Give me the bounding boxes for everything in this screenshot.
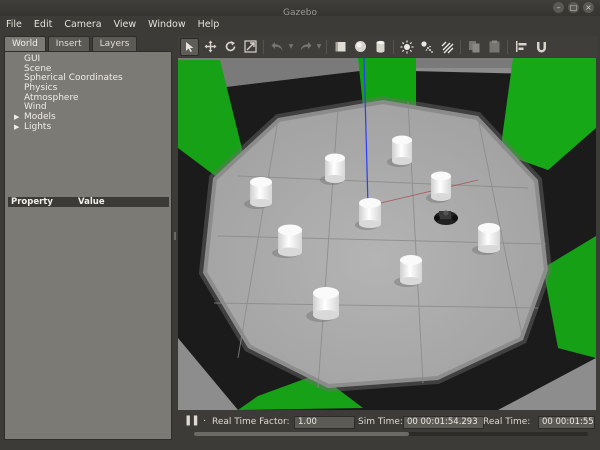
- point-light-icon[interactable]: [398, 38, 416, 55]
- horizontal-scrollbar[interactable]: [194, 432, 588, 436]
- copy-icon[interactable]: [465, 38, 483, 55]
- 3d-viewport[interactable]: [178, 58, 596, 410]
- box-icon[interactable]: [331, 38, 349, 55]
- minimize-icon[interactable]: –: [553, 2, 564, 13]
- snap-icon[interactable]: [532, 38, 550, 55]
- menu-view[interactable]: View: [108, 19, 143, 30]
- undo-icon[interactable]: [268, 38, 286, 55]
- panel-tabs: World Insert Layers: [4, 36, 172, 51]
- world-tree: GUI Scene Spherical Coordinates Physics …: [5, 54, 171, 133]
- scale-icon[interactable]: [241, 38, 259, 55]
- align-icon[interactable]: [512, 38, 530, 55]
- tree-item-label: Wind: [24, 102, 47, 113]
- property-table-header: Property Value: [8, 197, 169, 207]
- tree-item-lights[interactable]: ▶ Lights: [5, 121, 171, 133]
- tree-item-label: Atmosphere: [24, 92, 79, 103]
- panel-splitter[interactable]: [173, 36, 177, 440]
- translate-icon[interactable]: [201, 38, 219, 55]
- menu-camera[interactable]: Camera: [58, 19, 107, 30]
- paste-icon[interactable]: [485, 38, 503, 55]
- tab-layers[interactable]: Layers: [91, 36, 138, 51]
- tab-insert[interactable]: Insert: [47, 36, 90, 51]
- rotate-icon[interactable]: [221, 38, 239, 55]
- redo-history-dropdown-icon[interactable]: ▼: [316, 43, 322, 50]
- tab-world[interactable]: World: [4, 36, 46, 51]
- toolbar-separator: [263, 39, 264, 54]
- menu-edit[interactable]: Edit: [28, 19, 58, 30]
- real-time-factor-field: 1.00: [294, 416, 355, 429]
- tree-item-label: Models: [24, 112, 56, 123]
- select-arrow-icon[interactable]: [180, 37, 199, 56]
- toolbar-separator: [460, 39, 461, 54]
- menu-window[interactable]: Window: [142, 19, 191, 30]
- sphere-icon[interactable]: [351, 38, 369, 55]
- undo-history-dropdown-icon[interactable]: ▼: [288, 43, 294, 50]
- pause-icon[interactable]: ❚❚: [184, 415, 200, 426]
- real-time-factor-label: Real Time Factor:: [212, 417, 290, 427]
- redo-icon[interactable]: [296, 38, 314, 55]
- toolbar-separator: [326, 39, 327, 54]
- column-header-value[interactable]: Value: [75, 197, 105, 207]
- tree-item-label: Scene: [24, 63, 52, 74]
- real-time-field: 00 00:01:55.: [538, 416, 595, 429]
- world-tab-body: GUI Scene Spherical Coordinates Physics …: [4, 51, 172, 440]
- tree-item-label: Lights: [24, 121, 52, 132]
- scrollbar-thumb[interactable]: [194, 432, 409, 436]
- cylinder-icon[interactable]: [371, 38, 389, 55]
- sim-time-field: 00 00:01:54.293: [403, 416, 484, 429]
- expand-arrow-icon[interactable]: ▶: [14, 113, 19, 123]
- menu-help[interactable]: Help: [192, 19, 226, 30]
- column-header-property[interactable]: Property: [8, 197, 75, 207]
- toolbar-separator: [393, 39, 394, 54]
- menu-bar: File Edit Camera View Window Help: [0, 16, 600, 32]
- menu-file[interactable]: File: [0, 19, 28, 30]
- spot-light-icon[interactable]: [418, 38, 436, 55]
- time-status-bar: ❚❚ . Real Time Factor: 1.00 Sim Time: 00…: [178, 411, 596, 440]
- tree-item-label: Physics: [24, 83, 58, 94]
- toolbar-separator: [507, 39, 508, 54]
- scene-render: [178, 58, 596, 410]
- left-panel: World Insert Layers GUI Scene Spherical …: [4, 36, 172, 440]
- expand-arrow-icon[interactable]: ▶: [14, 123, 19, 133]
- sim-time-label: Sim Time:: [358, 417, 403, 427]
- property-table: Property Value: [8, 197, 169, 437]
- tree-item-label: GUI: [24, 54, 41, 64]
- tree-item-label: Spherical Coordinates: [24, 73, 123, 84]
- close-icon[interactable]: ×: [583, 2, 594, 13]
- real-time-label: Real Time:: [483, 417, 531, 427]
- splitter-grip-icon[interactable]: [174, 232, 176, 240]
- directional-light-icon[interactable]: [438, 38, 456, 55]
- toolbar: ▼ ▼: [178, 36, 598, 57]
- maximize-icon[interactable]: □: [568, 2, 579, 13]
- step-button[interactable]: .: [203, 413, 206, 424]
- window-title-bar: Gazebo – □ ×: [0, 0, 600, 18]
